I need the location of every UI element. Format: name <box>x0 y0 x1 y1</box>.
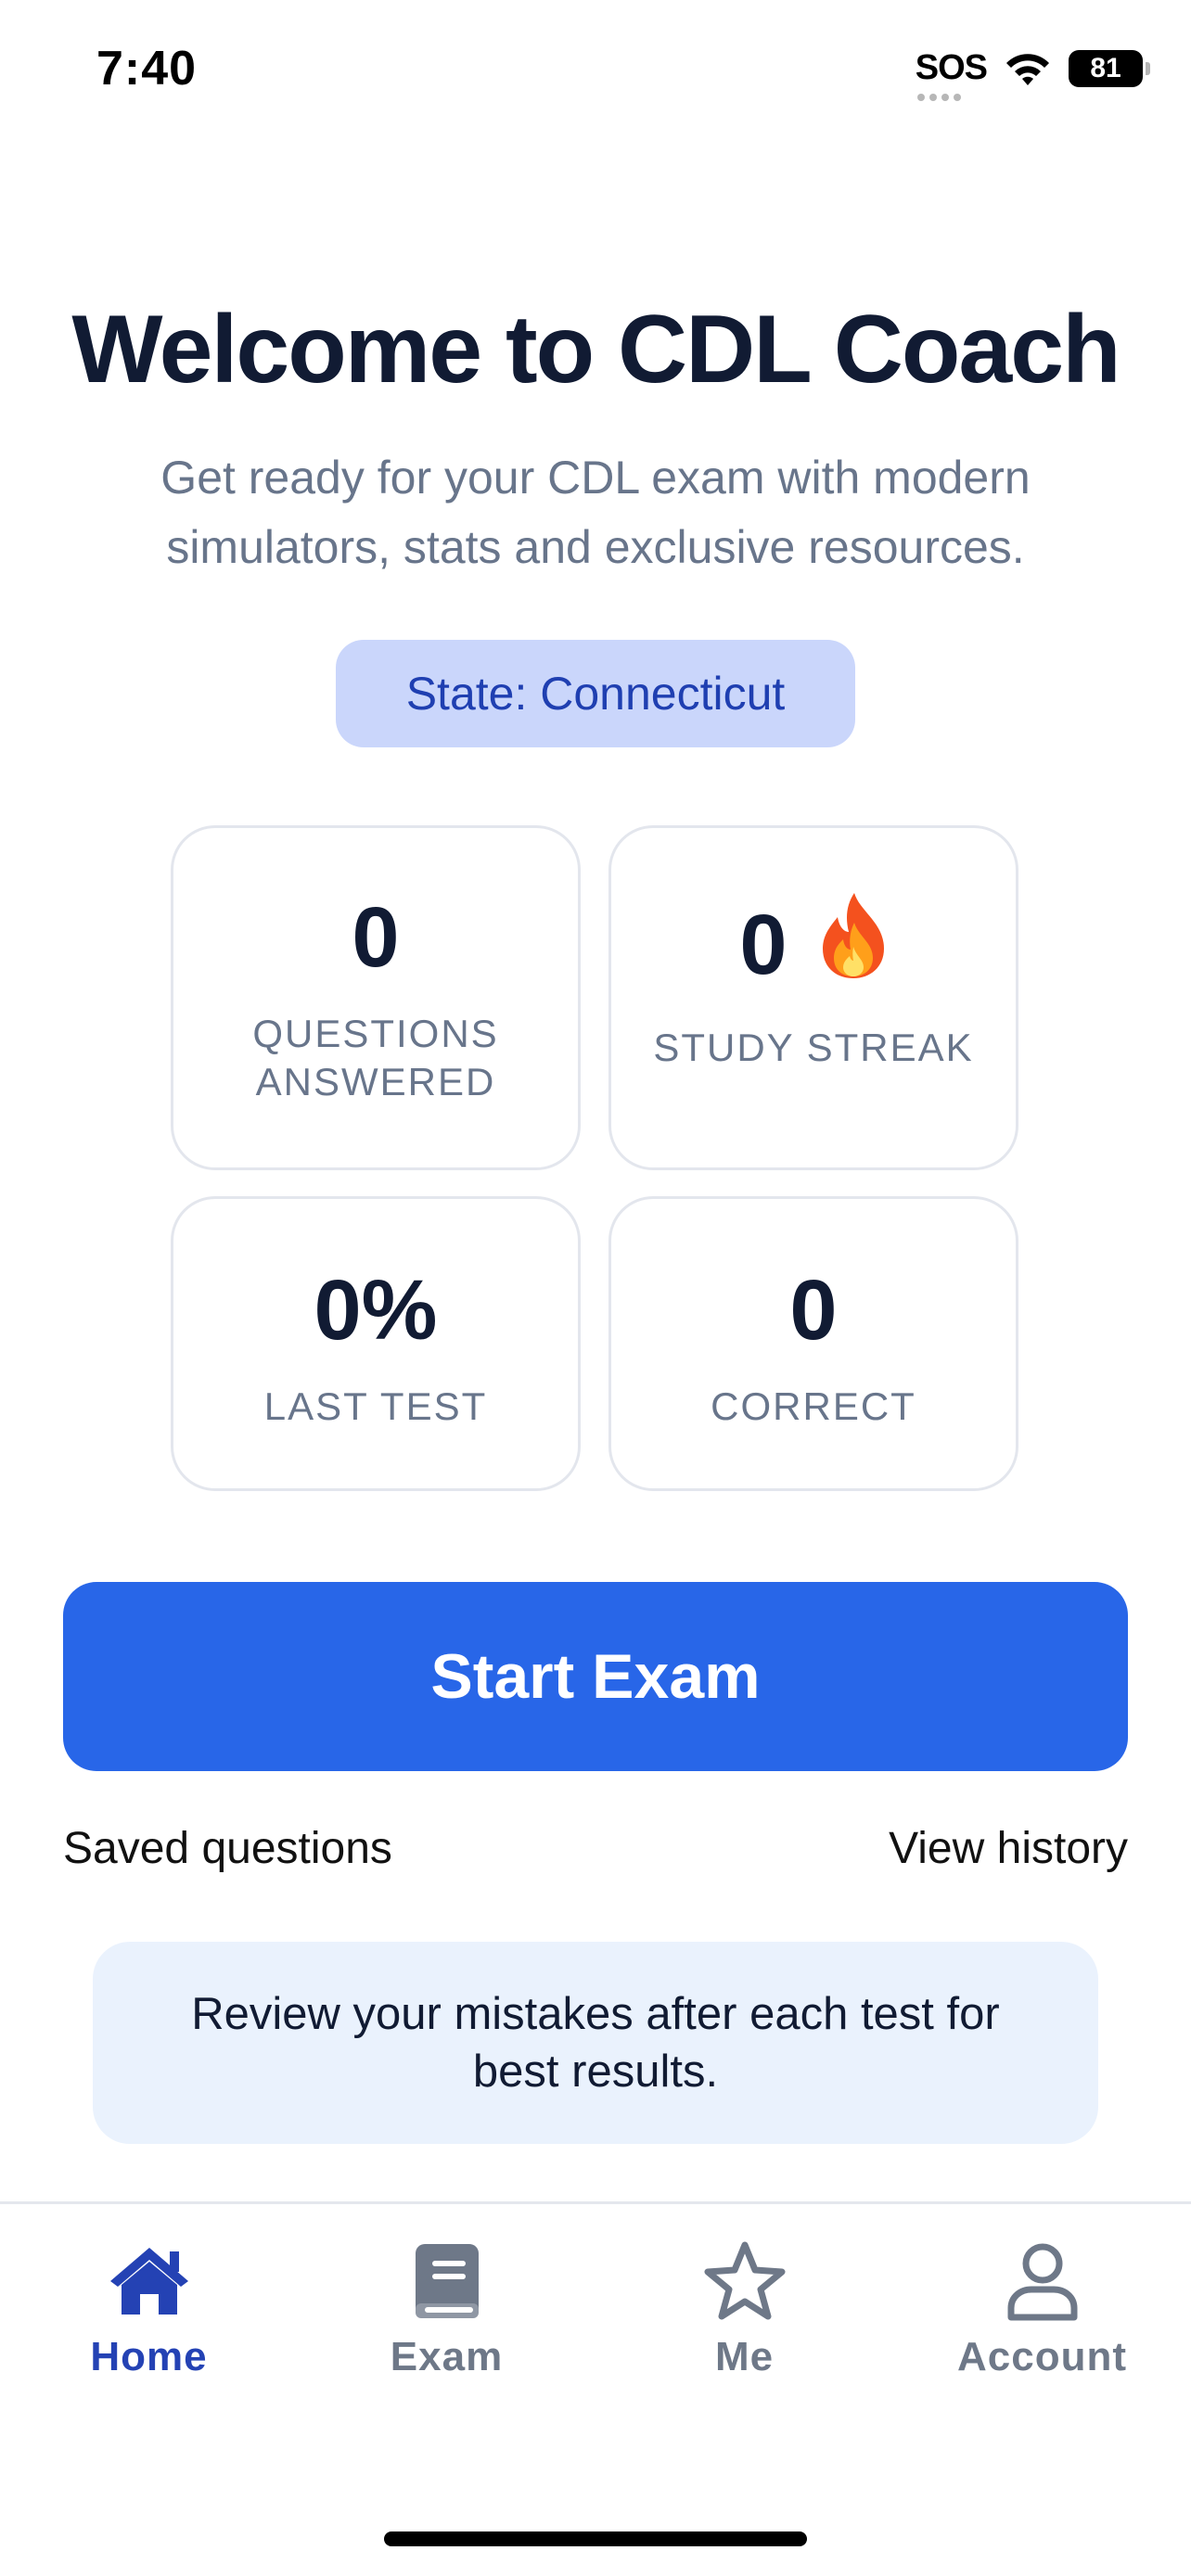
stat-label: STUDY STREAK <box>653 1026 974 1069</box>
home-screen: 7:40 SOS 81 Welcome to CDL Coach Get rea… <box>0 0 1191 2576</box>
sos-signal-dots <box>916 94 961 101</box>
start-exam-button[interactable]: Start Exam <box>63 1582 1128 1771</box>
battery-level: 81 <box>1090 52 1121 83</box>
stat-label: QUESTIONS ANSWERED <box>252 1012 499 1103</box>
status-bar: 7:40 SOS 81 <box>0 0 1191 139</box>
stat-card-correct: 0 CORRECT <box>608 1196 1018 1491</box>
tab-account[interactable]: Account <box>893 2239 1191 2380</box>
page-title: Welcome to CDL Coach <box>71 296 1121 403</box>
tab-home[interactable]: Home <box>0 2239 298 2380</box>
tab-label: Home <box>90 2334 208 2379</box>
status-indicators: SOS 81 <box>915 48 1150 101</box>
user-icon <box>1005 2239 1080 2323</box>
bottom-tab-bar: Home Exam Me Account <box>0 2201 1191 2576</box>
stat-value: 0 <box>611 891 1016 998</box>
tab-label: Account <box>957 2334 1127 2379</box>
battery-icon: 81 <box>1069 49 1150 87</box>
book-icon <box>412 2239 482 2323</box>
star-icon <box>702 2239 788 2323</box>
home-indicator[interactable] <box>384 2531 807 2546</box>
sos-indicator: SOS <box>915 48 988 101</box>
stat-value: 0 <box>789 1263 838 1358</box>
stat-card-last-test: 0% LAST TEST <box>171 1196 581 1491</box>
saved-questions-link[interactable]: Saved questions <box>63 1823 392 1874</box>
stat-value: 0 <box>352 890 400 985</box>
stat-card-questions-answered: 0 QUESTIONS ANSWERED <box>171 825 581 1170</box>
fire-icon <box>819 891 888 998</box>
stat-card-study-streak: 0 STUDY STREAK <box>608 825 1018 1170</box>
state-selector[interactable]: State: Connecticut <box>336 640 855 747</box>
home-icon <box>105 2239 194 2323</box>
tab-label: Me <box>714 2334 775 2379</box>
stat-label: CORRECT <box>711 1384 916 1428</box>
tab-exam[interactable]: Exam <box>298 2239 596 2380</box>
wifi-icon <box>1004 50 1052 87</box>
tab-label: Exam <box>390 2334 504 2379</box>
status-time: 7:40 <box>96 42 198 96</box>
view-history-link[interactable]: View history <box>889 1823 1128 1874</box>
stat-value: 0% <box>314 1263 438 1358</box>
stat-label: LAST TEST <box>263 1384 488 1428</box>
tab-me[interactable]: Me <box>596 2239 893 2380</box>
tip-banner: Review your mistakes after each test for… <box>93 1942 1098 2144</box>
sos-label: SOS <box>915 48 988 87</box>
page-subtitle: Get ready for your CDL exam with modern … <box>160 452 1031 573</box>
